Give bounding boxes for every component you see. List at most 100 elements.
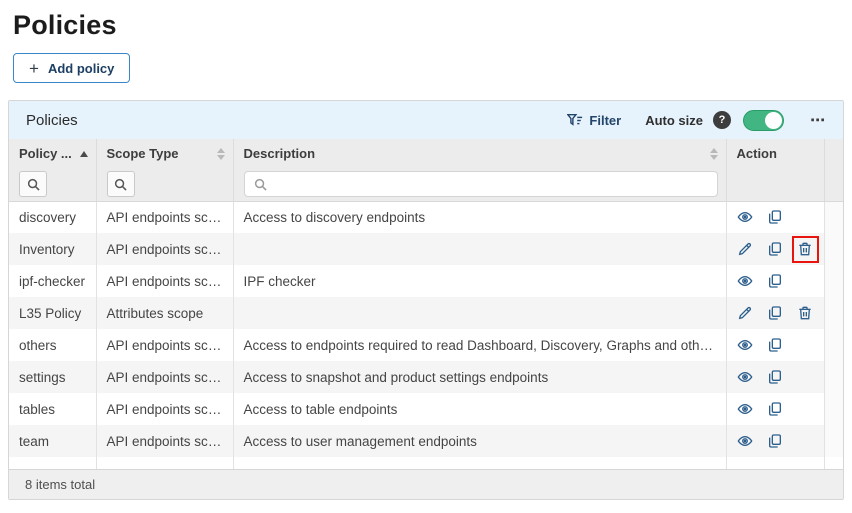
copy-button[interactable] [767,401,784,418]
table-footer: 8 items total [9,469,843,499]
description-cell: Access to discovery endpoints [233,201,726,233]
spacer-cell [96,457,233,469]
table-body: discoveryAPI endpoints scopeAccess to di… [9,201,843,469]
scope-type-cell: API endpoints scope [96,425,233,457]
description-cell: Access to user management endpoints [233,425,726,457]
copy-button[interactable] [767,337,784,354]
scope-search-button[interactable] [107,171,135,197]
add-policy-button[interactable]: + Add policy [13,53,130,83]
table-row: tablesAPI endpoints scopeAccess to table… [9,393,843,425]
edit-button[interactable] [737,241,754,258]
action-buttons [737,209,814,226]
action-cell [726,265,824,297]
view-icon [737,401,753,417]
scope-type-cell: API endpoints scope [96,265,233,297]
copy-button[interactable] [767,369,784,386]
policy-cell: ipf-checker [9,265,96,297]
edit-button[interactable] [737,305,754,322]
description-search-input[interactable] [274,177,708,192]
copy-icon [767,241,783,257]
action-buttons [737,305,814,322]
highlight-box [792,236,819,263]
description-search-cell [233,168,726,201]
copy-icon [767,273,783,289]
action-cell [726,201,824,233]
table-row: ipf-checkerAPI endpoints scopeIPF checke… [9,265,843,297]
policy-cell: team [9,425,96,457]
plus-icon: + [29,60,39,77]
autosize-toggle[interactable] [743,110,784,131]
table-row: discoveryAPI endpoints scopeAccess to di… [9,201,843,233]
view-icon [737,273,753,289]
spacer-cell [824,457,843,469]
row-filler [824,201,843,233]
search-filler [824,168,843,201]
table-row: L35 PolicyAttributes scope [9,297,843,329]
help-icon[interactable]: ? [713,111,731,129]
sorter-icon[interactable] [217,148,225,160]
policies-page: Policies + Add policy Policies Filter Au… [0,0,852,500]
policy-search-button[interactable] [19,171,47,197]
spacer-cell [9,457,96,469]
spacer-cell [726,457,824,469]
copy-button[interactable] [767,433,784,450]
scope-type-cell: API endpoints scope [96,361,233,393]
description-cell [233,297,726,329]
column-header-description[interactable]: Description [233,139,726,168]
search-icon [254,178,267,191]
action-cell [726,425,824,457]
edit-icon [737,305,753,321]
column-header-scope-type[interactable]: Scope Type [96,139,233,168]
sort-asc-icon[interactable] [80,151,88,157]
view-button[interactable] [737,433,754,450]
view-icon [737,337,753,353]
copy-button[interactable] [767,273,784,290]
policy-cell: tables [9,393,96,425]
column-label: Policy ... [19,146,72,161]
view-button[interactable] [737,337,754,354]
panel-toolbar: Filter Auto size ? ⋯ [567,110,826,131]
search-icon [27,178,40,191]
copy-button[interactable] [767,305,784,322]
column-header-policy[interactable]: Policy ... [9,139,96,168]
row-filler [824,361,843,393]
delete-button[interactable] [797,305,814,322]
header-filler [824,139,843,168]
description-cell: Access to endpoints required to read Das… [233,329,726,361]
table-row: othersAPI endpoints scopeAccess to endpo… [9,329,843,361]
policy-cell: Inventory [9,233,96,265]
description-cell: Access to snapshot and product settings … [233,361,726,393]
action-search-cell [726,168,824,201]
filter-icon [567,113,583,128]
description-cell: IPF checker [233,265,726,297]
view-button[interactable] [737,209,754,226]
copy-button[interactable] [767,209,784,226]
copy-icon [767,305,783,321]
policy-cell: L35 Policy [9,297,96,329]
copy-button[interactable] [767,241,784,258]
sorter-icon[interactable] [710,148,718,160]
description-cell: Access to table endpoints [233,393,726,425]
column-header-action: Action [726,139,824,168]
action-cell [726,297,824,329]
copy-icon [767,433,783,449]
action-buttons [737,401,814,418]
view-button[interactable] [737,273,754,290]
edit-icon [737,241,753,257]
filter-label: Filter [589,113,621,128]
delete-button[interactable] [797,241,814,258]
copy-icon [767,369,783,385]
row-filler [824,425,843,457]
panel-header: Policies Filter Auto size ? ⋯ [9,101,843,139]
items-total-label: 8 items total [25,477,95,492]
delete-icon [797,241,813,257]
more-menu-icon[interactable]: ⋯ [810,111,826,129]
scope-type-cell: API endpoints scope [96,201,233,233]
filter-button[interactable]: Filter [567,113,621,128]
row-filler [824,329,843,361]
scope-type-cell: API endpoints scope [96,233,233,265]
view-button[interactable] [737,401,754,418]
view-button[interactable] [737,369,754,386]
description-cell [233,233,726,265]
table-row: teamAPI endpoints scopeAccess to user ma… [9,425,843,457]
